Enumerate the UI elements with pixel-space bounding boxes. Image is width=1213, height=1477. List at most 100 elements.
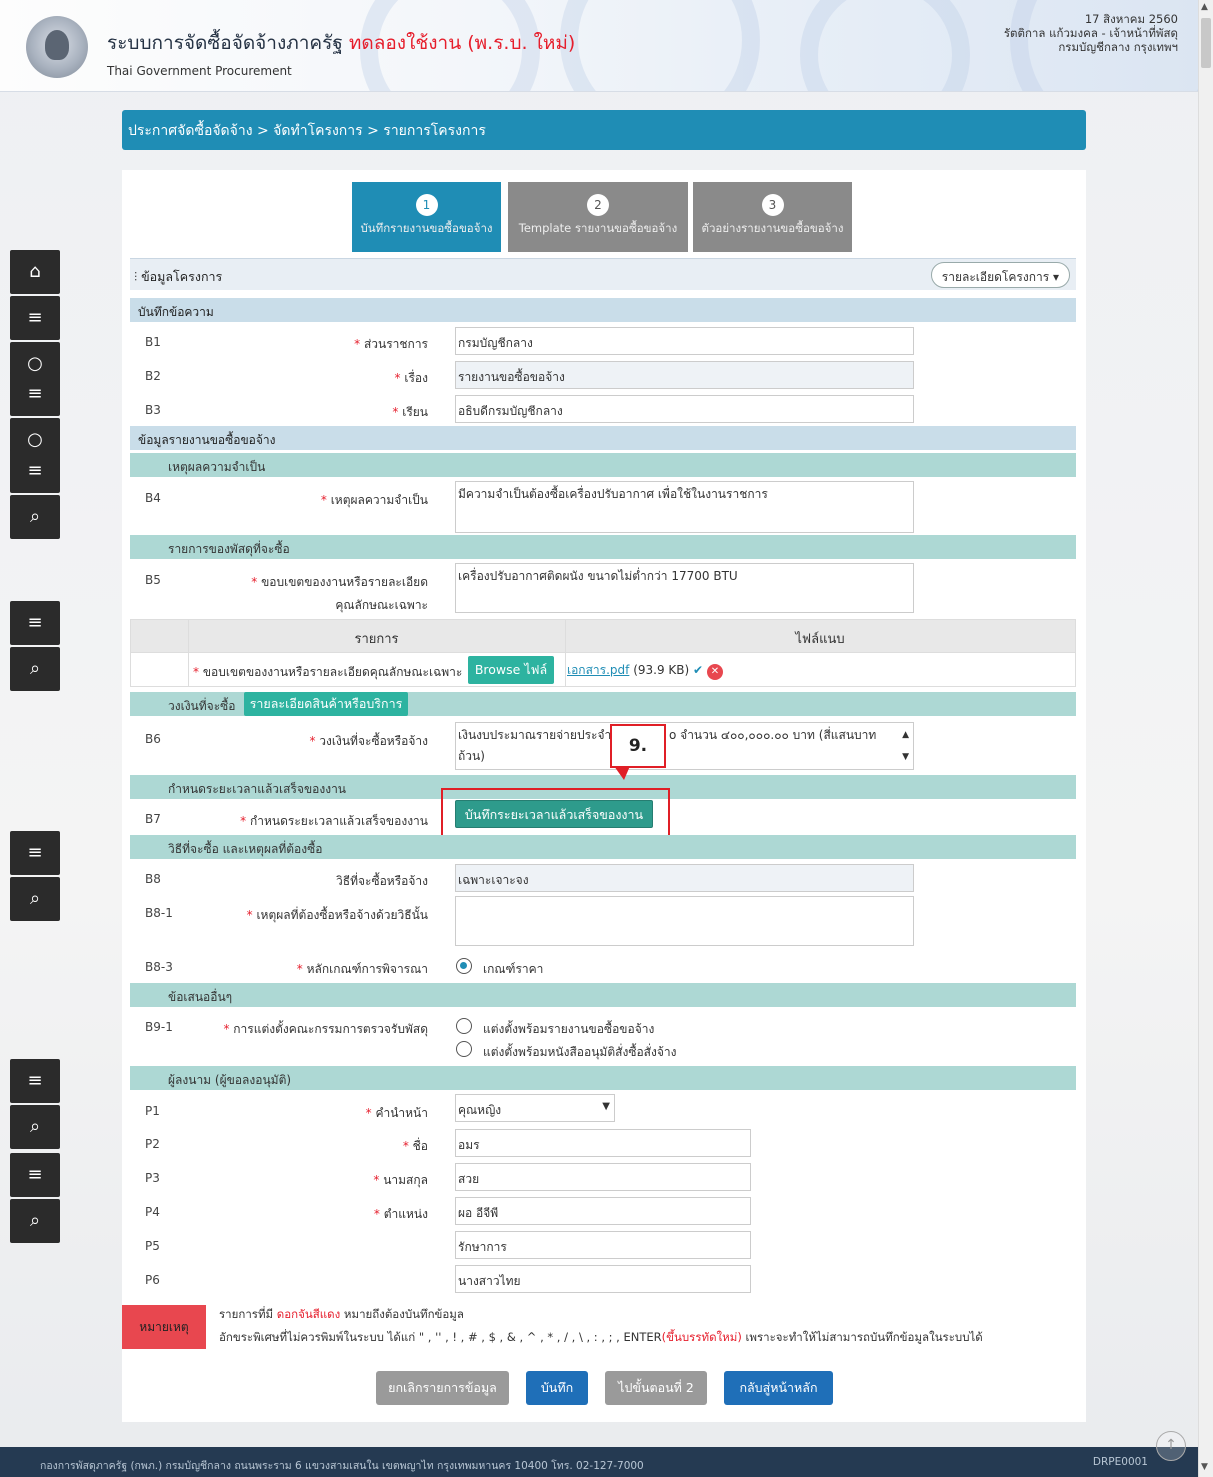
field-code: P3 [145,1171,160,1185]
field-label: * เรียน [392,405,428,419]
budget-textarea[interactable]: เงินงบประมาณรายจ่ายประจำ o จำนวน ๔๐๐,๐๐๐… [455,722,914,770]
field-label: * หลักเกณฑ์การพิจารณา [296,962,428,976]
header-spacer [131,620,189,652]
attachment-label: * ขอบเขตของงานหรือรายละเอียดคุณลักษณะเฉพ… [193,665,463,679]
scroll-down-icon[interactable]: ▼ [1201,1462,1208,1472]
field-label: * กำหนดระยะเวลาแล้วเสร็จของงาน [240,814,428,828]
field-label: * เหตุผลที่ต้องซื้อหรือจ้างด้วยวิธีนั้น [246,908,428,922]
last-name-input[interactable]: สวย [455,1163,751,1191]
price-criteria-radio[interactable] [456,958,472,974]
subsection-items: รายการของพัสดุที่จะซื้อ [130,535,1076,559]
chevron-down-icon[interactable]: ▼ [902,749,909,766]
delete-icon[interactable]: ✕ [706,664,723,680]
menu-icon[interactable]: ≡ [10,296,60,340]
field-label: * วงเงินที่จะซื้อหรือจ้าง [309,734,428,748]
callout-tail [614,766,630,780]
field-label: * ชื่อ [402,1139,428,1153]
header-ornament [800,0,970,91]
section-memo: บันทึกข้อความ [130,298,1076,322]
field-code: B3 [145,403,161,417]
row-spacer [131,653,189,686]
chevron-up-icon[interactable]: ▲ [902,727,909,744]
section-report: ข้อมูลรายงานขอซื้อขอจ้าง [130,426,1076,450]
reason-textarea[interactable] [455,896,914,946]
subject-input[interactable]: รายงานขอซื้อขอจ้าง [455,361,914,389]
field-code: B1 [145,335,161,349]
recipient-input[interactable]: อธิบดีกรมบัญชีกลาง [455,395,914,423]
committee-option-1-radio[interactable] [456,1018,472,1034]
step-label: ตัวอย่างรายงานขอซื้อขอจ้าง [701,221,844,235]
budget-text-a: เงินงบประมาณรายจ่ายประจำ [458,728,612,742]
search-icon[interactable]: ⌕ [10,1105,60,1149]
field-code: B5 [145,573,161,587]
current-date: 17 สิงหาคม 2560 [1084,12,1178,26]
field-code: B7 [145,812,161,826]
breadcrumb: ประกาศจัดซื้อจัดจ้าง > จัดทำโครงการ > รา… [122,110,1086,150]
step-label: Template รายงานขอซื้อขอจ้าง [518,221,678,235]
field-label: วิธีที่จะซื้อหรือจ้าง [336,874,428,888]
field-label: * การแต่งตั้งคณะกรรมการตรวจรับพัสดุ [223,1022,428,1036]
menu-icon[interactable]: ≡ [10,1153,60,1197]
step-number: 3 [761,194,784,216]
budget-title: วงเงินที่จะซื้อ [168,699,236,713]
step-callout: 9. [610,724,666,768]
back-home-button[interactable]: กลับสู่หน้าหลัก [724,1371,833,1405]
step-1-tab[interactable]: 1 บันทึกรายงานขอซื้อขอจ้าง [352,182,501,252]
project-title-text: ข้อมูลโครงการ [141,269,223,284]
position-extra-input[interactable]: นางสาวไทย [455,1265,751,1293]
scope-textarea[interactable]: เครื่องปรับอากาศติดผนัง ขนาดไม่ต่ำกว่า 1… [455,563,914,613]
next-step-button[interactable]: ไปขั้นตอนที่ 2 [605,1371,707,1405]
title-select[interactable]: คุณหญิง ▼ [455,1094,615,1122]
home-icon[interactable]: ⌂ [10,250,60,294]
menu-icon[interactable]: ≡ [10,1059,60,1103]
acting-input[interactable]: รักษาการ [455,1231,751,1259]
field-label: * ส่วนราชการ [354,337,428,351]
save-button[interactable]: บันทึก [526,1371,588,1405]
field-code: B6 [145,732,161,746]
committee-option-2-radio[interactable] [456,1041,472,1057]
field-label: * นามสกุล [373,1173,428,1187]
garuda-logo [26,16,88,78]
file-size: (93.9 KB) [633,663,690,677]
step-number: 1 [415,194,438,216]
method-input[interactable]: เฉพาะเจาะจง [455,864,914,892]
page-scrollbar[interactable]: ▲ ▼ [1198,0,1213,1477]
department-input[interactable]: กรมบัญชีกลาง [455,327,914,355]
search-icon[interactable]: ⌕ [10,495,60,539]
note-line-2: อักขระพิเศษที่ไม่ควรพิมพ์ในระบบ ได้แก่ "… [219,1330,983,1344]
highlight-box [441,788,670,842]
cancel-button[interactable]: ยกเลิกรายการข้อมูล [376,1371,509,1405]
subsection-method: วิธีที่จะซื้อ และเหตุผลที่ต้องซื้อ [130,835,1076,859]
subsection-necessity: เหตุผลความจำเป็น [130,453,1076,477]
field-code: P6 [145,1273,160,1287]
scroll-thumb[interactable] [1201,18,1211,68]
search-icon[interactable]: ⌕ [10,1199,60,1243]
project-detail-dropdown[interactable]: รายละเอียดโครงการ ▾ [930,262,1070,288]
search-icon[interactable]: ⌕ [10,877,60,921]
step-3-tab[interactable]: 3 ตัวอย่างรายงานขอซื้อขอจ้าง [693,182,852,252]
row-divider [565,653,566,686]
menu-icon[interactable]: ≡ [10,831,60,875]
field-label-cont: คุณลักษณะเฉพาะ [335,598,428,612]
footer: กองการพัสดุภาครัฐ (กพภ.) กรมบัญชีกลาง ถน… [0,1447,1198,1477]
first-name-input[interactable]: อมร [455,1129,751,1157]
file-link[interactable]: เอกสาร.pdf [567,663,629,677]
user-info: 17 สิงหาคม 2560 รัตติกาล แก้วมงคล - เจ้า… [1004,12,1178,54]
necessity-textarea[interactable]: มีความจำเป็นต้องซื้อเครื่องปรับอากาศ เพื… [455,481,914,533]
product-detail-button[interactable]: รายละเอียดสินค้าหรือบริการ [244,692,408,716]
check-icon: ✔ [693,663,704,677]
browse-file-button[interactable]: Browse ไฟล์ [468,656,554,684]
field-code: P4 [145,1205,160,1219]
field-code: P1 [145,1104,160,1118]
position-input[interactable]: ผอ อีจีพี [455,1197,751,1225]
menu-icon[interactable]: ≡ [10,449,60,493]
step-2-tab[interactable]: 2 Template รายงานขอซื้อขอจ้าง [508,182,688,252]
attachment-table-header: รายการ ไฟล์แนบ [130,619,1076,653]
back-to-top-icon[interactable]: ↑ [1156,1431,1186,1461]
footer-address: กองการพัสดุภาครัฐ (กพภ.) กรมบัญชีกลาง ถน… [40,1460,644,1472]
scroll-up-icon[interactable]: ▲ [1201,2,1208,12]
menu-icon[interactable]: ≡ [10,601,60,645]
menu-icon[interactable]: ≡ [10,372,60,416]
search-icon[interactable]: ⌕ [10,647,60,691]
field-code: P2 [145,1137,160,1151]
